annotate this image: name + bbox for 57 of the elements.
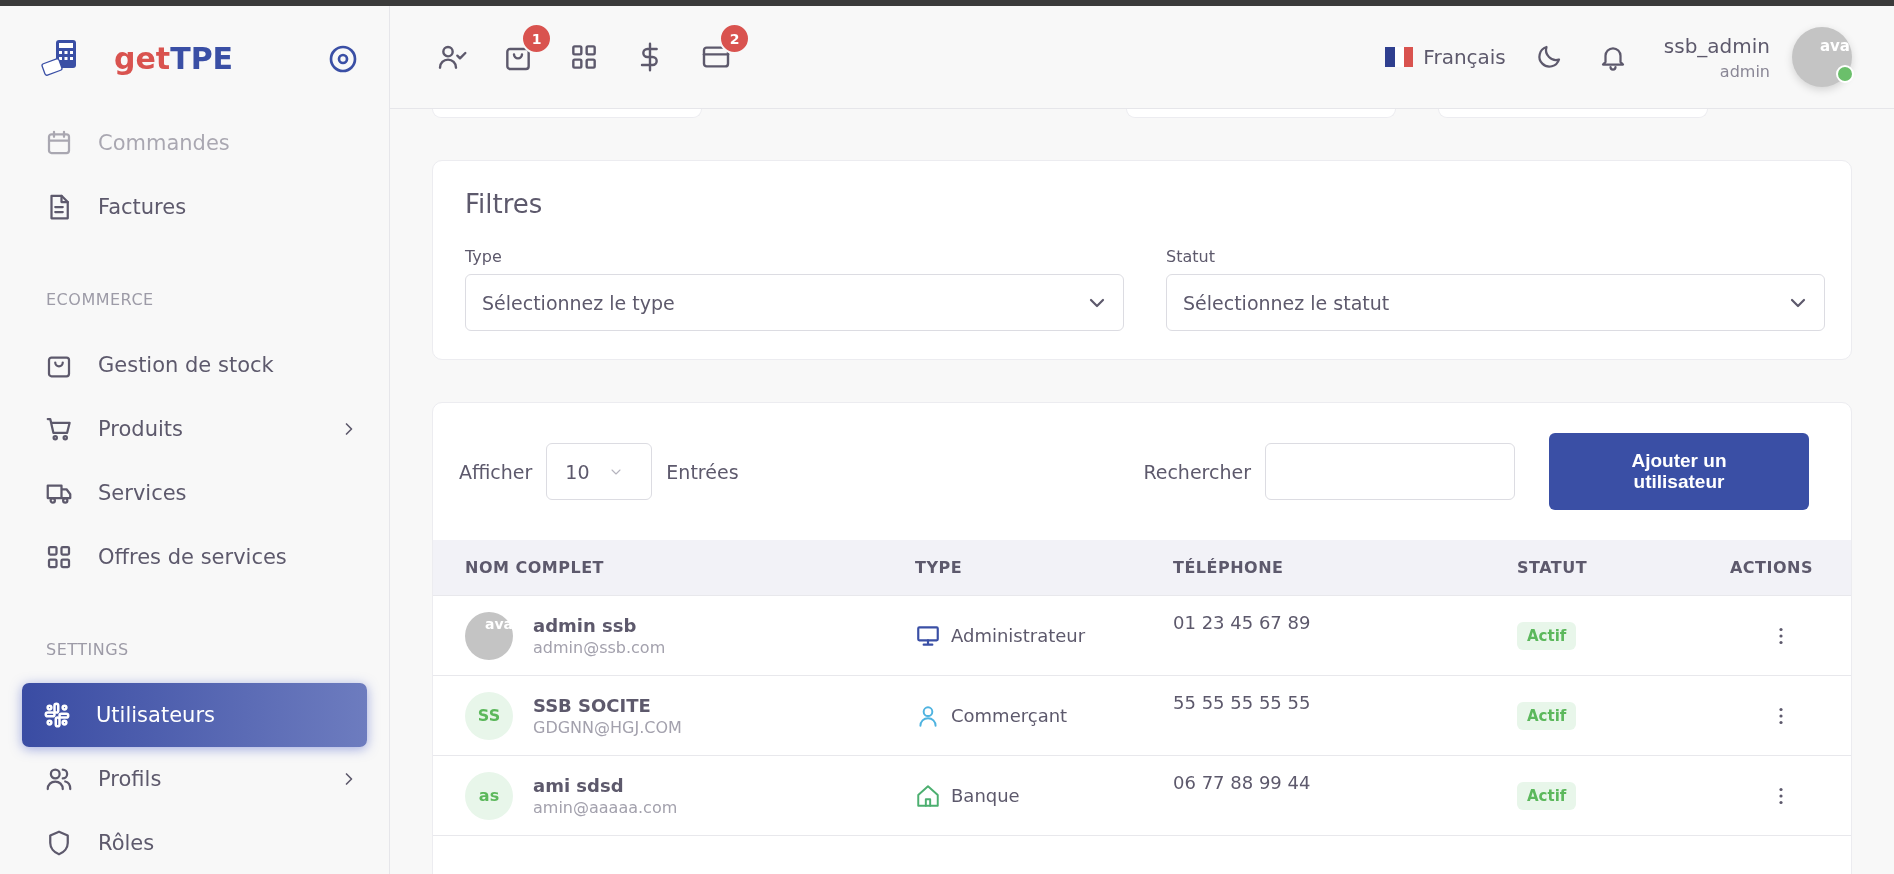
select-field[interactable]: Sélectionnez le statut (1166, 274, 1825, 331)
user-email: GDGNN@HGJ.COM (533, 717, 682, 737)
status-badge: Actif (1517, 621, 1577, 650)
sidebar-item[interactable]: Profils (0, 747, 389, 811)
language-selector[interactable]: Français (1385, 45, 1506, 69)
user-avatar: SS (465, 691, 513, 740)
house-icon (915, 782, 941, 809)
column-header: TYPE (914, 558, 963, 577)
user-email: amin@aaaaa.com (533, 797, 678, 817)
user-name: admin ssb (533, 614, 638, 636)
status-badge: Actif (1517, 781, 1577, 810)
flag-icon (1385, 47, 1414, 67)
user-type: Commerçant (951, 705, 1068, 726)
sidebar-item[interactable]: Factures (0, 175, 389, 239)
field-label: Statut (1166, 247, 1216, 266)
column-header: ACTIONS (1730, 558, 1813, 577)
brand-logo: getTPE (114, 41, 235, 76)
show-label: Afficher (459, 460, 533, 483)
search-field[interactable] (1265, 443, 1515, 500)
user-role: admin (1719, 61, 1770, 81)
pills-icon (42, 700, 72, 730)
user-name: SSB SOCITE (533, 694, 652, 716)
sidebar-item[interactable]: Produits (0, 397, 389, 461)
phone-number: 06 77 88 99 44 (1173, 772, 1311, 793)
add-user-button[interactable]: Ajouter un utilisateur (1549, 433, 1809, 510)
sidebar-item[interactable]: Offres de services (0, 525, 389, 589)
kebab-icon (1779, 626, 1783, 645)
phone-number: 01 23 45 67 89 (1173, 612, 1311, 633)
column-header: TÉLÉPHONE (1172, 558, 1284, 577)
user-type: Administrateur (951, 625, 1086, 646)
kebab-icon (1779, 706, 1783, 725)
field-label: Type (465, 247, 503, 266)
page-size-select[interactable]: 10 (546, 443, 653, 500)
user-avatar: as (465, 771, 513, 820)
toolbar-button[interactable]: 1 (496, 23, 552, 79)
card-title: Filtres (465, 189, 544, 219)
sidebar-item[interactable]: Rôles (0, 811, 389, 874)
status-badge: Actif (1517, 701, 1577, 730)
column-header: NOM COMPLET (464, 558, 604, 577)
user-name: ssb_admin (1663, 33, 1770, 58)
count-badge: 2 (719, 23, 750, 54)
entries-label: Entrées (666, 460, 739, 483)
user-type: Banque (951, 785, 1020, 806)
sidebar-item[interactable]: Services (0, 461, 389, 525)
kebab-icon (1779, 786, 1783, 805)
section-heading: SETTINGS (45, 639, 130, 661)
sidebar-item[interactable]: Utilisateurs (22, 683, 367, 747)
user-email: admin@ssb.com (533, 637, 666, 657)
search-label: Rechercher (1143, 460, 1251, 483)
section-heading: ECOMMERCE (45, 289, 155, 311)
select-field[interactable]: Sélectionnez le type (465, 274, 1124, 331)
toolbar-button[interactable]: 2 (694, 23, 750, 79)
sidebar-item[interactable]: Gestion de stock (0, 333, 389, 397)
user-name: ami sdsd (533, 774, 625, 796)
count-badge: 1 (521, 23, 552, 54)
phone-number: 55 55 55 55 55 (1173, 692, 1311, 713)
column-header: STATUT (1516, 558, 1588, 577)
